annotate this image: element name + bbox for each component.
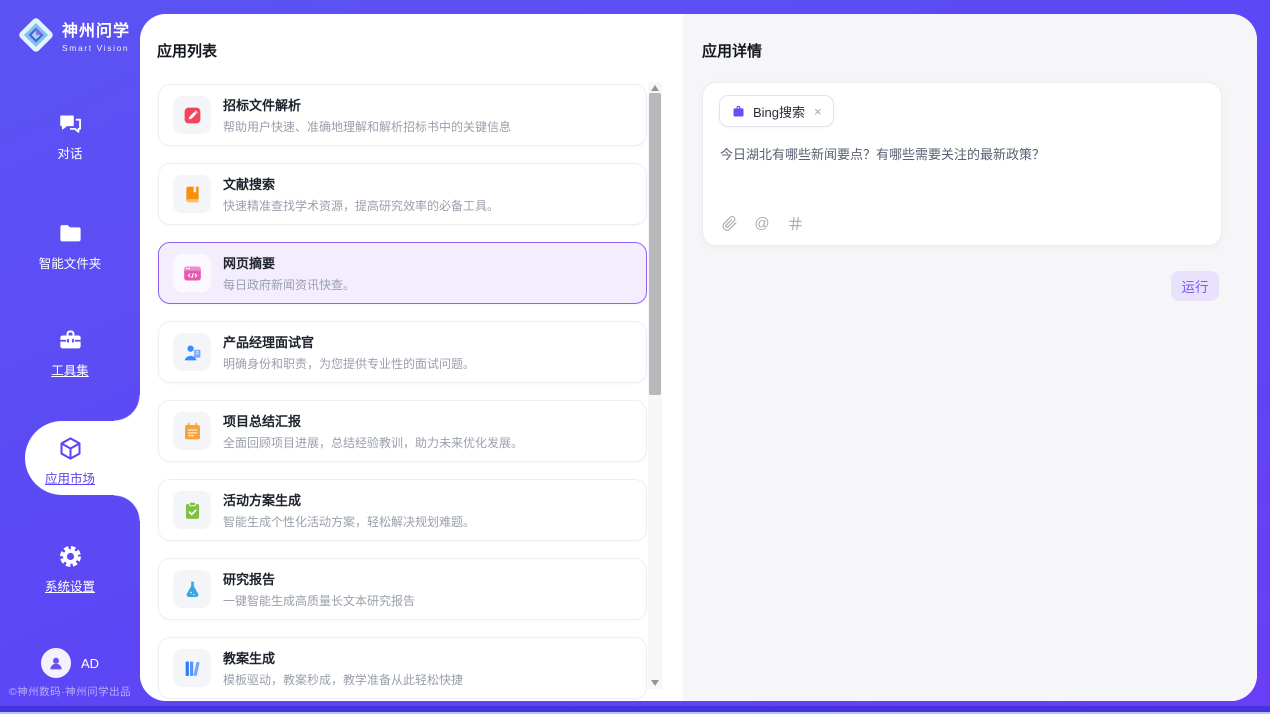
sidebar-item-chat[interactable]: 对话 (0, 110, 140, 162)
clipboard-check-icon (173, 491, 211, 529)
sidebar-item-toolset[interactable]: 工具集 (0, 327, 140, 379)
app-card-desc: 帮助用户快速、准确地理解和解析招标书中的关键信息 (223, 118, 511, 135)
hash-icon[interactable] (786, 214, 804, 232)
prompt-card: Bing搜索 × 今日湖北有哪些新闻要点？有哪些需要关注的最新政策？ @ (702, 82, 1222, 246)
app-card-bid-parse[interactable]: 招标文件解析 帮助用户快速、准确地理解和解析招标书中的关键信息 (158, 84, 647, 146)
input-toolbar: @ (720, 214, 804, 232)
user-initials: AD (81, 656, 99, 671)
app-card-title: 产品经理面试官 (223, 332, 475, 351)
app-card-lesson-plan[interactable]: 教案生成 模板驱动，教案秒成，教学准备从此轻松快捷 (158, 637, 647, 699)
list-scrollbar[interactable] (648, 82, 662, 689)
sidebar-item-label: 应用市场 (0, 468, 140, 487)
app-detail-title: 应用详情 (702, 40, 762, 61)
app-list-title: 应用列表 (157, 40, 217, 61)
app-card-title: 研究报告 (223, 569, 415, 588)
app-card-desc: 明确身份和职责，为您提供专业性的面试问题。 (223, 355, 475, 372)
scrollbar-thumb[interactable] (649, 93, 661, 395)
app-card-desc: 全面回顾项目进展，总结经验教训，助力未来优化发展。 (223, 434, 523, 451)
sidebar-item-label: 工具集 (0, 360, 140, 379)
pill-bottom-curve (114, 495, 140, 521)
attachment-icon[interactable] (720, 214, 738, 232)
scrollbar-down-arrow[interactable] (648, 677, 662, 689)
app-card-event-plan[interactable]: 活动方案生成 智能生成个性化活动方案，轻松解决规划难题。 (158, 479, 647, 541)
app-card-desc: 每日政府新闻资讯快查。 (223, 276, 355, 293)
avatar (41, 648, 71, 678)
gear-icon (57, 543, 84, 570)
chip-close-icon[interactable]: × (814, 105, 822, 118)
user-icon (47, 654, 65, 672)
brand-name: 神州问学 (62, 17, 130, 41)
app-list-panel: 应用列表 招标文件解析 帮助用户快速、准确地理解和解析招标书中的关键信息 文献搜… (140, 14, 683, 701)
sidebar-item-label: 智能文件夹 (0, 253, 140, 272)
toolbox-icon (57, 327, 84, 354)
app-card-web-summary[interactable]: 网页摘要 每日政府新闻资讯快查。 (158, 242, 647, 304)
user-account[interactable]: AD (0, 648, 140, 678)
app-card-title: 教案生成 (223, 648, 463, 667)
mention-icon[interactable]: @ (753, 214, 771, 232)
pill-top-curve (114, 395, 140, 421)
app-card-title: 文献搜索 (223, 174, 499, 193)
question-input[interactable]: 今日湖北有哪些新闻要点？有哪些需要关注的最新政策？ (720, 145, 1206, 197)
app-detail-panel: 应用详情 Bing搜索 × 今日湖北有哪些新闻要点？有哪些需要关注的最新政策？ … (683, 14, 1257, 701)
app-card-title: 活动方案生成 (223, 490, 475, 509)
pen-square-icon (173, 96, 211, 134)
briefcase-icon (731, 104, 746, 119)
report-calendar-icon (173, 412, 211, 450)
app-card-literature-search[interactable]: 文献搜索 快速精准查找学术资源，提高研究效率的必备工具。 (158, 163, 647, 225)
app-card-pm-interviewer[interactable]: 产品经理面试官 明确身份和职责，为您提供专业性的面试问题。 (158, 321, 647, 383)
browser-code-icon (173, 254, 211, 292)
app-card-desc: 快速精准查找学术资源，提高研究效率的必备工具。 (223, 197, 499, 214)
diamond-logo-icon (16, 15, 56, 55)
book-icon (173, 175, 211, 213)
app-card-project-summary[interactable]: 项目总结汇报 全面回顾项目进展，总结经验教训，助力未来优化发展。 (158, 400, 647, 462)
app-card-desc: 智能生成个性化活动方案，轻松解决规划难题。 (223, 513, 475, 530)
brand-subtitle: Smart Vision (62, 43, 130, 53)
app-card-desc: 模板驱动，教案秒成，教学准备从此轻松快捷 (223, 671, 463, 688)
app-card-title: 招标文件解析 (223, 95, 511, 114)
app-card-desc: 一键智能生成高质量长文本研究报告 (223, 592, 415, 609)
books-icon (173, 649, 211, 687)
run-button[interactable]: 运行 (1171, 271, 1219, 301)
folder-icon (57, 220, 84, 247)
content-area: 应用列表 招标文件解析 帮助用户快速、准确地理解和解析招标书中的关键信息 文献搜… (140, 14, 1257, 701)
research-flask-icon (173, 570, 211, 608)
sidebar-item-label: 对话 (0, 143, 140, 162)
app-card-research-report[interactable]: 研究报告 一键智能生成高质量长文本研究报告 (158, 558, 647, 620)
tool-chip-label: Bing搜索 (753, 102, 805, 121)
app-card-title: 项目总结汇报 (223, 411, 523, 430)
sidebar-item-settings[interactable]: 系统设置 (0, 543, 140, 595)
app-card-title: 网页摘要 (223, 253, 355, 272)
brand-logo: 神州问学 Smart Vision (16, 15, 130, 55)
sidebar-footer-credit: ©神州数码·神州问学出品 (0, 684, 140, 699)
interviewer-icon (173, 333, 211, 371)
sidebar-item-app-market[interactable]: 应用市场 (0, 435, 140, 487)
tool-chip-bing-search[interactable]: Bing搜索 × (719, 95, 834, 127)
app-card-list: 招标文件解析 帮助用户快速、准确地理解和解析招标书中的关键信息 文献搜索 快速精… (158, 84, 647, 701)
chat-icon (57, 110, 84, 137)
sidebar: 神州问学 Smart Vision 对话 智能文件夹 工具集 (0, 0, 140, 714)
sidebar-item-label: 系统设置 (0, 576, 140, 595)
cube-icon (57, 435, 84, 462)
sidebar-item-smart-folder[interactable]: 智能文件夹 (0, 220, 140, 272)
